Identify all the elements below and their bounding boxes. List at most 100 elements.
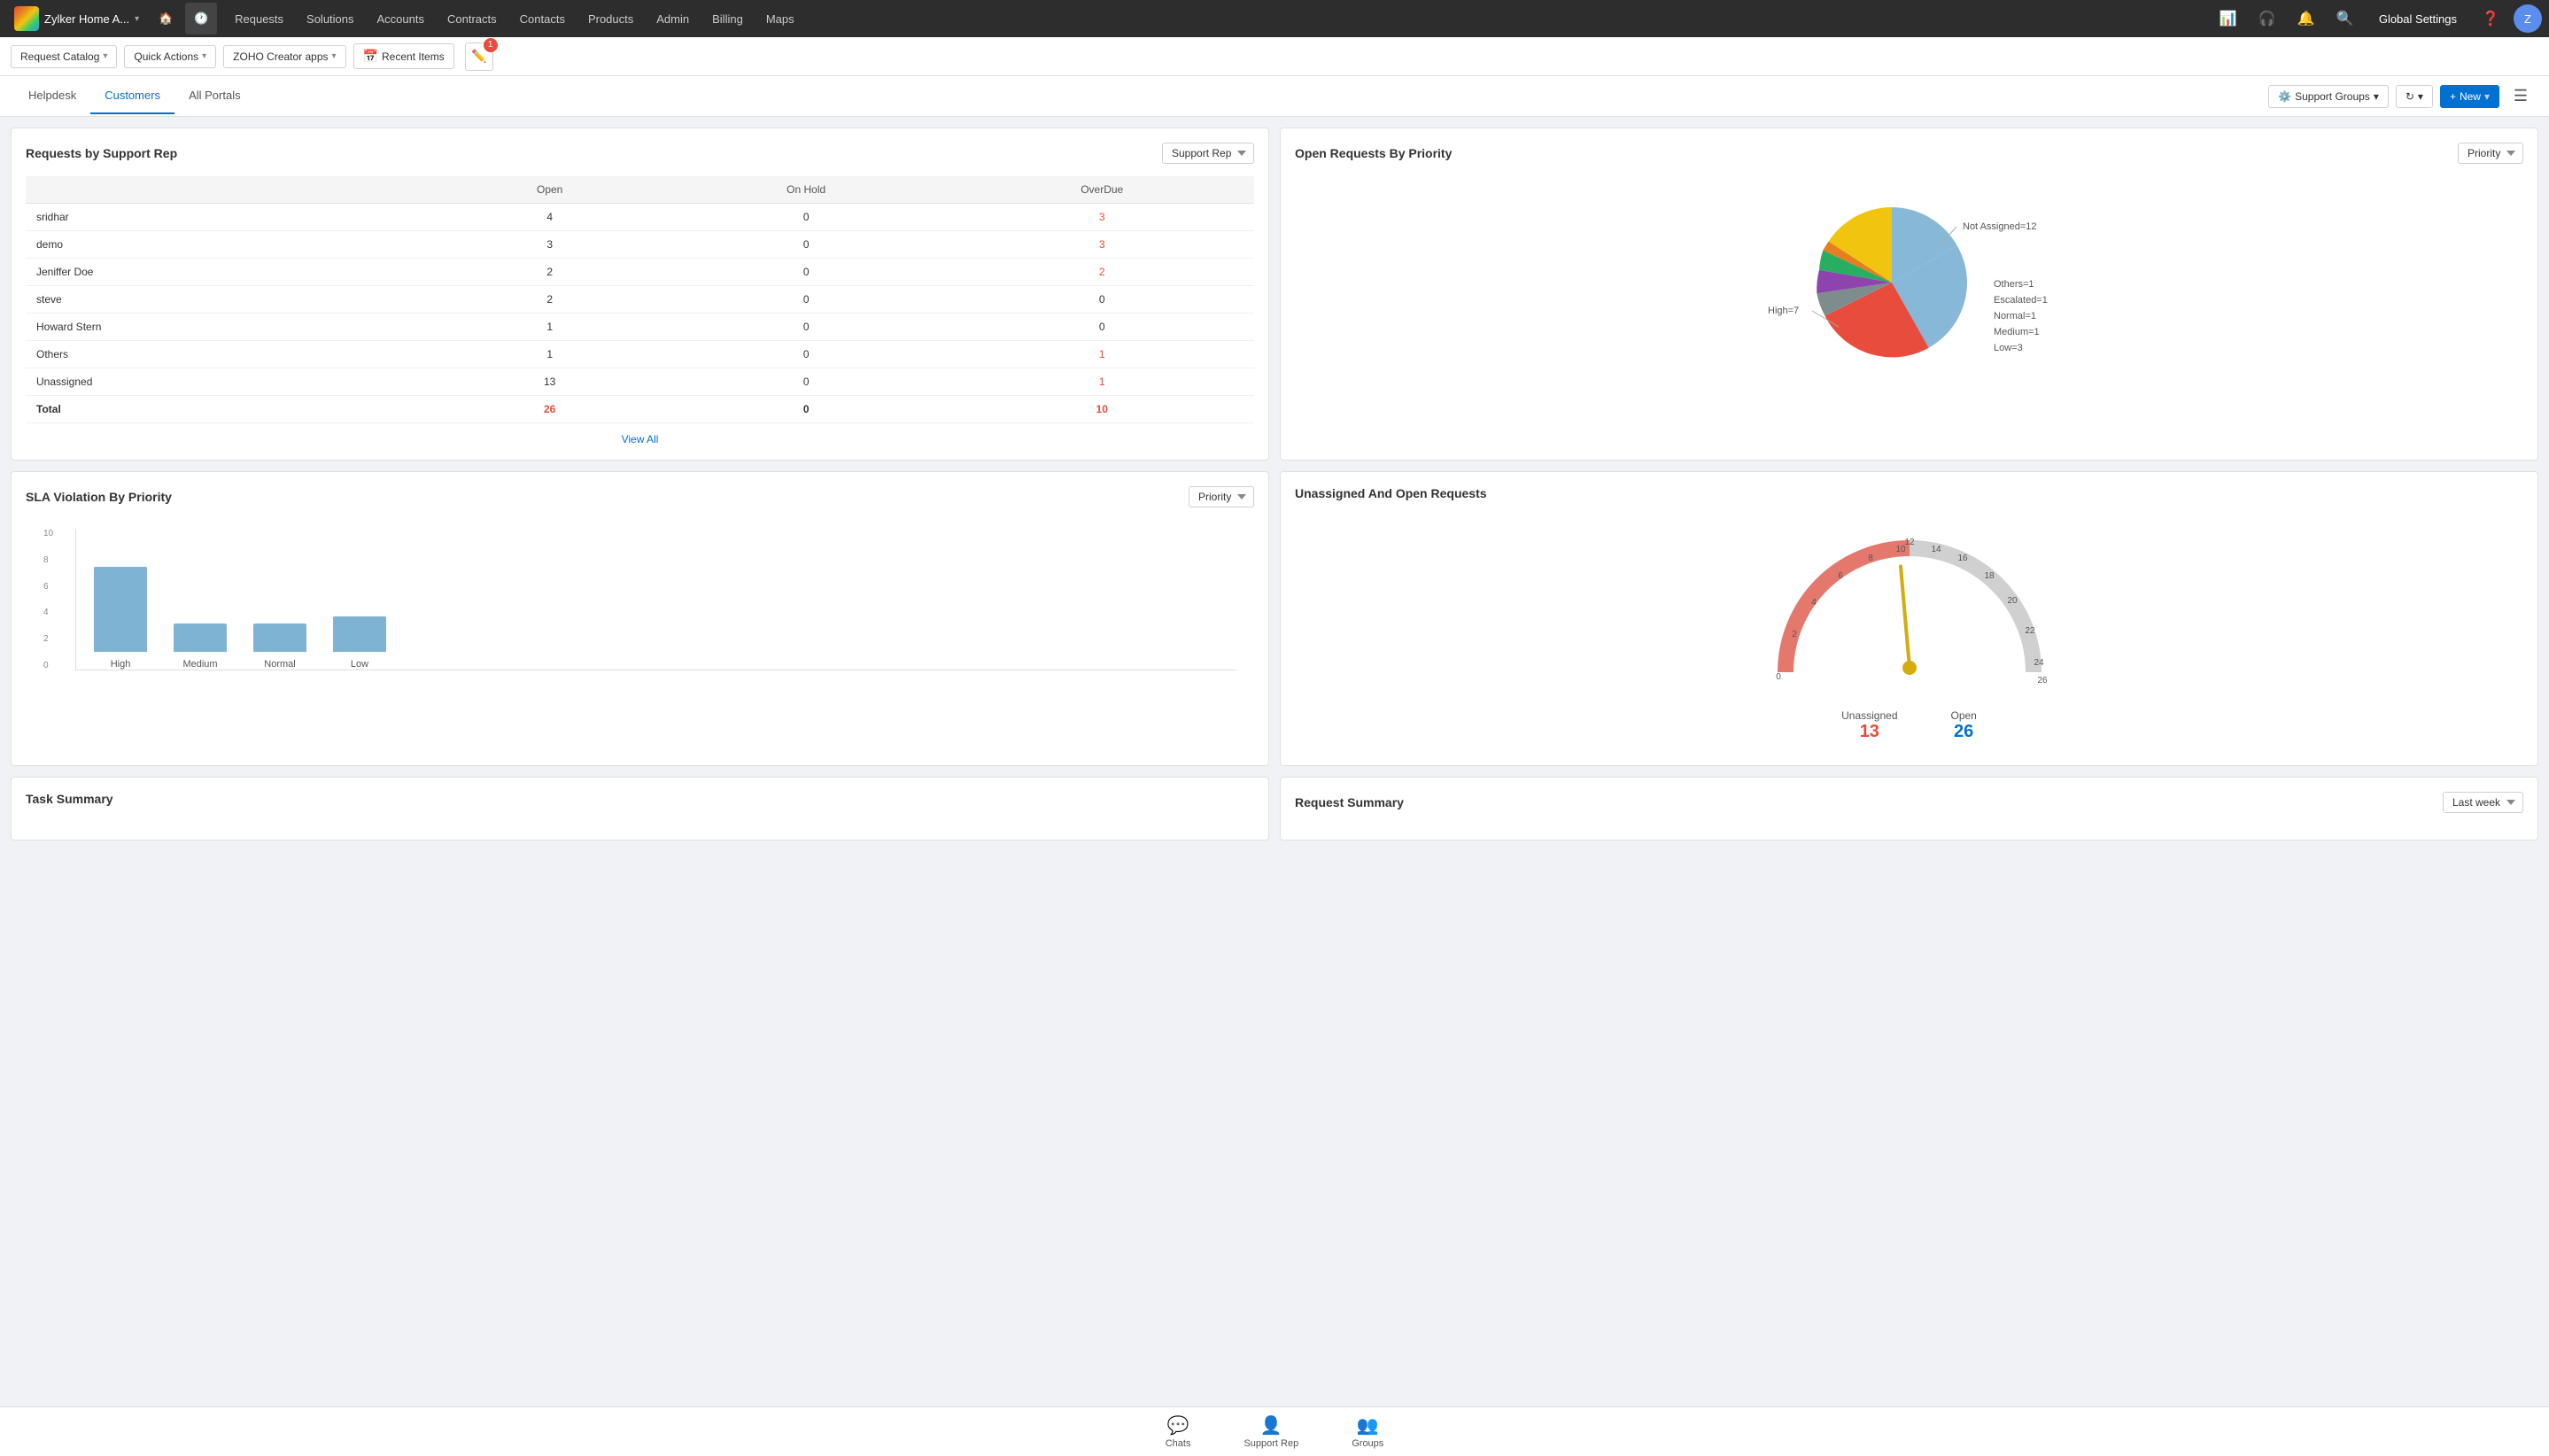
zoho-creator-button[interactable]: ZOHO Creator apps ▾ xyxy=(223,45,345,68)
request-summary-card: Request Summary Last week xyxy=(1280,777,2538,840)
bar-normal-label: Normal xyxy=(264,659,295,670)
view-all-link[interactable]: View All xyxy=(622,433,659,445)
global-settings-button[interactable]: Global Settings xyxy=(2368,7,2468,31)
support-rep-dropdown[interactable]: Support Rep xyxy=(1162,143,1254,164)
open-requests-priority-card: Open Requests By Priority Priority xyxy=(1280,128,2538,461)
cell-name: Others xyxy=(26,341,437,368)
legend-high: High=7 xyxy=(1768,306,1799,316)
cell-onhold: 0 xyxy=(662,286,949,314)
open-gauge-label: Open 26 xyxy=(1951,709,1977,742)
cell-overdue: 0 xyxy=(949,314,1254,341)
home-nav-button[interactable]: 🏠 xyxy=(150,3,182,35)
app-name: Zylker Home A... xyxy=(44,12,129,26)
open-value: 26 xyxy=(1951,722,1977,742)
bar-low: Low xyxy=(333,616,386,670)
bar-medium-label: Medium xyxy=(182,659,217,670)
cell-onhold: 0 xyxy=(662,259,949,286)
support-groups-label: Support Groups xyxy=(2295,90,2370,103)
nav-right: 📊 🎧 🔔 🔍 Global Settings ❓ Z xyxy=(2212,3,2542,35)
table-row: Howard Stern 1 0 0 xyxy=(26,314,1254,341)
tabs-left: Helpdesk Customers All Portals xyxy=(14,78,255,114)
cell-total-open: 26 xyxy=(437,396,662,423)
request-catalog-chevron: ▾ xyxy=(103,51,107,61)
svg-text:8: 8 xyxy=(1868,554,1873,563)
user-avatar[interactable]: Z xyxy=(2514,4,2542,33)
nav-admin[interactable]: Admin xyxy=(646,7,700,31)
bar-high-rect xyxy=(94,567,147,652)
unassigned-card-title: Unassigned And Open Requests xyxy=(1295,486,1487,500)
chart-nav-button[interactable]: 📊 xyxy=(2212,3,2244,35)
task-summary-card: Task Summary xyxy=(11,777,1269,840)
support-groups-icon: ⚙️ xyxy=(2278,90,2291,103)
nav-accounts[interactable]: Accounts xyxy=(367,7,435,31)
groups-icon: 👥 xyxy=(1357,1414,1379,1437)
new-button[interactable]: + New ▾ xyxy=(2440,85,2499,108)
tabs-bar: Helpdesk Customers All Portals ⚙️ Suppor… xyxy=(0,76,2549,117)
legend-not-assigned: Not Assigned=12 xyxy=(1963,221,2036,232)
priority-dropdown[interactable]: Priority xyxy=(2458,143,2523,164)
nav-maps[interactable]: Maps xyxy=(755,7,805,31)
headset-nav-button[interactable]: 🎧 xyxy=(2251,3,2283,35)
search-nav-button[interactable]: 🔍 xyxy=(2329,3,2361,35)
cell-overdue: 0 xyxy=(949,286,1254,314)
request-catalog-button[interactable]: Request Catalog ▾ xyxy=(11,45,117,68)
svg-text:0: 0 xyxy=(1776,672,1781,682)
open-label: Open xyxy=(1951,709,1977,722)
cell-name: Jeniffer Doe xyxy=(26,259,437,286)
cell-open: 2 xyxy=(437,286,662,314)
notification-button[interactable]: ✏️ 1 xyxy=(465,43,493,71)
nav-products[interactable]: Products xyxy=(577,7,644,31)
nav-contacts[interactable]: Contacts xyxy=(509,7,576,31)
nav-solutions[interactable]: Solutions xyxy=(296,7,364,31)
nav-items: Requests Solutions Accounts Contracts Co… xyxy=(224,7,805,31)
menu-button[interactable]: ☰ xyxy=(2506,82,2535,111)
toolbar: Request Catalog ▾ Quick Actions ▾ ZOHO C… xyxy=(0,37,2549,76)
help-nav-button[interactable]: ❓ xyxy=(2475,3,2506,35)
tab-all-portals[interactable]: All Portals xyxy=(174,78,255,114)
cell-name: Unassigned xyxy=(26,368,437,396)
bell-nav-button[interactable]: 🔔 xyxy=(2290,3,2322,35)
svg-text:18: 18 xyxy=(1984,571,1995,581)
clock-nav-button[interactable]: 🕐 xyxy=(185,3,217,35)
app-logo[interactable]: Zylker Home A... ▾ xyxy=(7,3,146,35)
legend-escalated: Escalated=1 xyxy=(1994,295,2048,306)
bar-low-label: Low xyxy=(351,659,368,670)
bottom-groups[interactable]: 👥 Groups xyxy=(1352,1414,1383,1449)
y-label-2: 2 xyxy=(43,634,61,644)
new-label: New xyxy=(2460,90,2481,103)
svg-text:4: 4 xyxy=(1811,598,1817,608)
new-chevron: ▾ xyxy=(2484,90,2490,103)
bottom-chats[interactable]: 💬 Chats xyxy=(1166,1414,1191,1449)
tab-customers[interactable]: Customers xyxy=(90,78,174,114)
support-groups-chevron: ▾ xyxy=(2374,90,2379,103)
bottom-support-rep[interactable]: 👤 Support Rep xyxy=(1244,1414,1298,1449)
notification-icon: ✏️ xyxy=(471,49,486,64)
support-groups-button[interactable]: ⚙️ Support Groups ▾ xyxy=(2268,85,2389,108)
cell-overdue: 3 xyxy=(949,204,1254,231)
table-row: Others 1 0 1 xyxy=(26,341,1254,368)
legend-normal: Normal=1 xyxy=(1994,311,2036,321)
main-content: Requests by Support Rep Support Rep Open… xyxy=(0,117,2549,851)
cell-open: 1 xyxy=(437,341,662,368)
quick-actions-button[interactable]: Quick Actions ▾ xyxy=(124,45,216,68)
quick-actions-chevron: ▾ xyxy=(202,51,206,61)
refresh-button[interactable]: ↻ ▾ xyxy=(2396,85,2433,108)
sla-priority-dropdown[interactable]: Priority xyxy=(1189,486,1254,507)
cell-open: 2 xyxy=(437,259,662,286)
bar-low-rect xyxy=(333,616,386,652)
cell-overdue: 3 xyxy=(949,231,1254,259)
support-rep-label: Support Rep xyxy=(1244,1438,1298,1449)
cell-overdue: 2 xyxy=(949,259,1254,286)
nav-billing[interactable]: Billing xyxy=(701,7,754,31)
legend-low: Low=3 xyxy=(1994,343,2023,353)
nav-requests[interactable]: Requests xyxy=(224,7,294,31)
nav-contracts[interactable]: Contracts xyxy=(437,7,507,31)
tab-helpdesk[interactable]: Helpdesk xyxy=(14,78,90,114)
legend-others: Others=1 xyxy=(1994,279,2034,290)
recent-items-button[interactable]: 📅 Recent Items xyxy=(353,43,454,69)
svg-text:6: 6 xyxy=(1838,571,1843,581)
svg-text:20: 20 xyxy=(2007,596,2018,606)
request-summary-dropdown[interactable]: Last week xyxy=(2443,792,2523,813)
cell-onhold: 0 xyxy=(662,204,949,231)
unassigned-card-header: Unassigned And Open Requests xyxy=(1295,486,2523,500)
